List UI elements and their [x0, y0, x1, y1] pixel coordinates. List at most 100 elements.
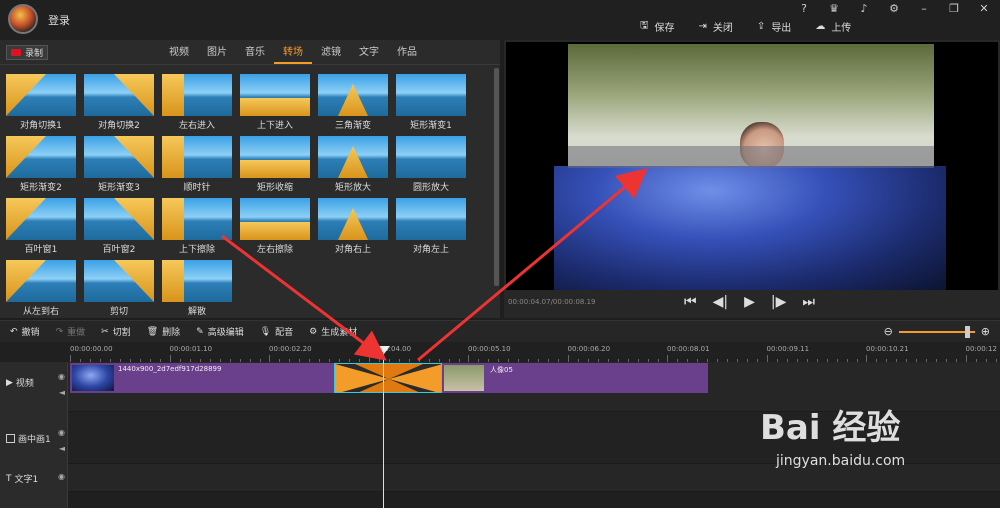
- transition-item[interactable]: 百叶窗1: [6, 198, 78, 255]
- close-project-button[interactable]: ⇥ 关闭: [699, 18, 733, 35]
- transition-item[interactable]: 左右进入: [162, 74, 234, 131]
- transition-thumbnail: [162, 136, 232, 178]
- transition-label: 百叶窗2: [102, 245, 136, 255]
- playhead-line[interactable]: [383, 350, 384, 508]
- zoom-out-icon[interactable]: ⊖: [884, 325, 893, 338]
- delete-button[interactable]: 🗑 删除: [147, 325, 180, 339]
- transition-thumbnail: [6, 260, 76, 302]
- transition-item[interactable]: 矩形收缩: [240, 136, 312, 193]
- tab-divider: [0, 64, 500, 65]
- preview-screen: [506, 42, 998, 290]
- zoom-slider[interactable]: [898, 325, 975, 338]
- tab-video[interactable]: 视频: [160, 46, 198, 64]
- close-icon[interactable]: ✕: [976, 2, 992, 15]
- ruler-tick: [766, 355, 768, 362]
- restore-icon[interactable]: ❐: [946, 2, 962, 15]
- thumbnail-fill: [114, 136, 154, 178]
- track-header-pip[interactable]: 画中画1 ◉ ◄: [0, 428, 68, 453]
- transition-item[interactable]: 从左到右: [6, 260, 78, 317]
- redo-button[interactable]: ↷ 重做: [56, 325, 86, 339]
- advanced-edit-button[interactable]: ✎ 高级编辑: [196, 325, 244, 339]
- cut-button[interactable]: ✂ 切割: [101, 325, 131, 339]
- skip-start-icon[interactable]: ⏮: [684, 294, 697, 310]
- transition-label: 矩形渐变3: [98, 183, 140, 193]
- transition-band: [568, 146, 934, 168]
- dub-button[interactable]: 🎙 配音: [260, 325, 293, 339]
- track-header-text[interactable]: T 文字1 ◉: [0, 472, 68, 485]
- zoom-knob[interactable]: [964, 325, 970, 338]
- thumbnail-fill: [6, 198, 46, 240]
- eye-icon[interactable]: ◉: [58, 428, 65, 437]
- export-button[interactable]: ⇪ 导出: [757, 18, 791, 35]
- minimize-icon[interactable]: –: [916, 2, 932, 15]
- tab-filter[interactable]: 滤镜: [312, 46, 350, 64]
- prev-frame-icon[interactable]: ◀|: [713, 294, 728, 310]
- transition-label: 左右进入: [178, 121, 215, 131]
- tab-text[interactable]: 文字: [350, 46, 388, 64]
- transition-item[interactable]: 矩形渐变2: [6, 136, 78, 193]
- transition-item[interactable]: 顺时针: [162, 136, 234, 193]
- video-track-icon: ▶: [6, 377, 13, 388]
- transition-item[interactable]: 三角渐变: [318, 74, 390, 131]
- thumbnail-fill: [240, 98, 310, 116]
- help-icon[interactable]: ?: [796, 2, 812, 15]
- video-clip-1[interactable]: 1440x900_2d7edf917d28899: [70, 363, 334, 393]
- transition-thumbnail: [318, 74, 388, 116]
- save-button[interactable]: 🖫 保存: [640, 18, 675, 35]
- media-tabs: 视频 图片 音乐 转场 滤镜 文字 作品: [160, 46, 426, 64]
- tab-works[interactable]: 作品: [388, 46, 426, 64]
- transition-item[interactable]: 对角切换2: [84, 74, 156, 131]
- vip-icon[interactable]: ♛: [826, 2, 842, 15]
- record-button[interactable]: 录制: [6, 45, 48, 60]
- transition-thumbnail: [6, 74, 76, 116]
- transition-item[interactable]: 解散: [162, 260, 234, 317]
- video-clip-2[interactable]: 人像05: [442, 363, 708, 393]
- preview-panel: 00:00:04.07/00:00:08.19 ⏮ ◀| ▶ |▶ ⏭: [504, 40, 1000, 318]
- timeline-ruler[interactable]: 00:00:00.00 00:00:01.10 00:00:02.20 00:00:0…: [0, 342, 1000, 362]
- media-scrollbar[interactable]: [494, 68, 499, 286]
- track-header-video[interactable]: ▶ 视频 ◉ ◄: [0, 372, 68, 397]
- transition-item[interactable]: 百叶窗2: [84, 198, 156, 255]
- media-panel: 录制 视频 图片 音乐 转场 滤镜 文字 作品 对角切换1 对角切换2 左右进入 上下…: [0, 40, 500, 318]
- transition-item[interactable]: 上下进入: [240, 74, 312, 131]
- tab-transition[interactable]: 转场: [274, 46, 312, 64]
- eye-icon[interactable]: ◉: [58, 372, 65, 381]
- eye-icon[interactable]: ◉: [58, 472, 65, 481]
- transition-label: 百叶窗1: [24, 245, 58, 255]
- next-frame-icon[interactable]: |▶: [771, 294, 786, 310]
- transition-item[interactable]: 左右擦除: [240, 198, 312, 255]
- bell-icon[interactable]: ♪: [856, 2, 872, 15]
- transition-item[interactable]: 圆形放大: [396, 136, 468, 193]
- generate-button[interactable]: ⚙ 生成素材: [309, 325, 357, 339]
- timeline-zoom: ⊖ ⊕: [884, 325, 990, 338]
- transition-thumbnail: [84, 198, 154, 240]
- transition-item[interactable]: 矩形渐变1: [396, 74, 468, 131]
- record-icon: [10, 49, 21, 56]
- gear-icon[interactable]: ⚙: [886, 2, 902, 15]
- skip-end-icon[interactable]: ⏭: [802, 294, 815, 310]
- volume-icon[interactable]: ◄: [59, 444, 65, 453]
- transition-label: 左右擦除: [256, 245, 293, 255]
- transition-item[interactable]: 对角左上: [396, 198, 468, 255]
- transition-thumbnail: [162, 198, 232, 240]
- login-link[interactable]: 登录: [48, 12, 70, 28]
- transition-item[interactable]: 剪切: [84, 260, 156, 317]
- tab-music[interactable]: 音乐: [236, 46, 274, 64]
- play-icon[interactable]: ▶: [744, 294, 755, 310]
- avatar[interactable]: [8, 4, 38, 34]
- zoom-in-icon[interactable]: ⊕: [981, 325, 990, 338]
- transition-block[interactable]: [334, 363, 442, 393]
- transition-item[interactable]: 对角右上: [318, 198, 390, 255]
- undo-button[interactable]: ↶ 撤销: [10, 325, 40, 339]
- transition-item[interactable]: 矩形渐变3: [84, 136, 156, 193]
- thumbnail-fill: [338, 208, 368, 240]
- transition-thumbnail: [84, 260, 154, 302]
- transition-item[interactable]: 对角切换1: [6, 74, 78, 131]
- playhead-marker[interactable]: [378, 346, 390, 354]
- transition-item[interactable]: 上下擦除: [162, 198, 234, 255]
- transition-item[interactable]: 矩形放大: [318, 136, 390, 193]
- upload-button[interactable]: ☁ 上传: [815, 18, 851, 35]
- volume-icon[interactable]: ◄: [59, 388, 65, 397]
- thumbnail-fill: [6, 260, 46, 302]
- tab-image[interactable]: 图片: [198, 46, 236, 64]
